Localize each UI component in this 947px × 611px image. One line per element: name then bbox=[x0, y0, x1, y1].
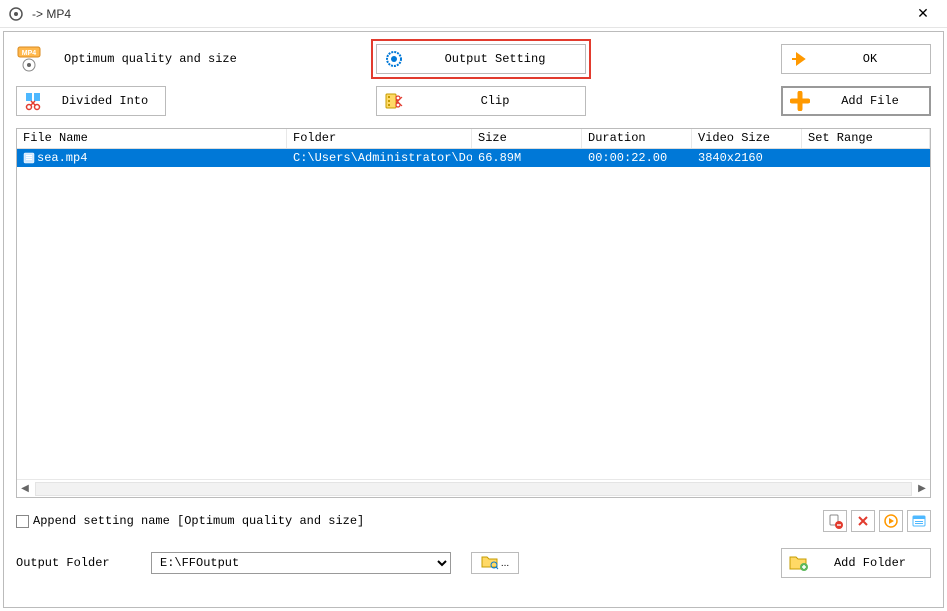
scroll-left-icon[interactable]: ◀ bbox=[17, 481, 33, 497]
remove-file-button[interactable] bbox=[823, 510, 847, 532]
film-cut-icon bbox=[383, 90, 405, 112]
add-folder-label: Add Folder bbox=[810, 556, 930, 570]
header-duration[interactable]: Duration bbox=[582, 129, 692, 148]
svg-text:MP4: MP4 bbox=[22, 50, 37, 57]
output-folder-select[interactable]: E:\FFOutput bbox=[151, 552, 451, 574]
quality-block: MP4 Optimum quality and size bbox=[16, 45, 356, 73]
below-table-row: Append setting name [Optimum quality and… bbox=[16, 508, 931, 534]
header-videosize[interactable]: Video Size bbox=[692, 129, 802, 148]
clear-list-button[interactable] bbox=[851, 510, 875, 532]
titlebar: -> MP4 ✕ bbox=[0, 0, 947, 28]
mp4-format-icon: MP4 bbox=[16, 45, 44, 73]
play-button[interactable] bbox=[879, 510, 903, 532]
browse-dots: ... bbox=[501, 558, 509, 569]
main-frame: MP4 Optimum quality and size Output Sett… bbox=[3, 31, 944, 608]
clip-label: Clip bbox=[405, 94, 585, 108]
folder-plus-icon bbox=[788, 552, 810, 574]
cell-duration: 00:00:22.00 bbox=[582, 151, 692, 165]
cell-filename: sea.mp4 bbox=[17, 151, 287, 165]
file-icon bbox=[23, 152, 35, 164]
table-header: File Name Folder Size Duration Video Siz… bbox=[17, 129, 930, 149]
add-file-label: Add File bbox=[811, 94, 929, 108]
second-row: Divided Into Clip Add File bbox=[16, 84, 931, 118]
action-icon-buttons bbox=[823, 510, 931, 532]
app-icon bbox=[8, 6, 24, 22]
header-setrange[interactable]: Set Range bbox=[802, 129, 930, 148]
scroll-right-icon[interactable]: ▶ bbox=[914, 481, 930, 497]
header-folder[interactable]: Folder bbox=[287, 129, 472, 148]
top-row: MP4 Optimum quality and size Output Sett… bbox=[16, 40, 931, 78]
output-setting-label: Output Setting bbox=[405, 52, 585, 66]
ok-button[interactable]: OK bbox=[781, 44, 931, 74]
info-button[interactable] bbox=[907, 510, 931, 532]
plus-icon bbox=[789, 90, 811, 112]
file-table: File Name Folder Size Duration Video Siz… bbox=[16, 128, 931, 498]
table-body: sea.mp4 C:\Users\Administrator\Downloads… bbox=[17, 149, 930, 479]
browse-folder-button[interactable]: ... bbox=[471, 552, 519, 574]
ok-label: OK bbox=[810, 52, 930, 66]
close-button[interactable]: ✕ bbox=[907, 2, 939, 26]
arrow-right-icon bbox=[788, 48, 810, 70]
quality-text: Optimum quality and size bbox=[64, 52, 237, 66]
output-setting-button[interactable]: Output Setting bbox=[376, 44, 586, 74]
add-folder-button[interactable]: Add Folder bbox=[781, 548, 931, 578]
add-file-button[interactable]: Add File bbox=[781, 86, 931, 116]
horizontal-scrollbar[interactable]: ◀ ▶ bbox=[17, 479, 930, 497]
table-row[interactable]: sea.mp4 C:\Users\Administrator\Downloads… bbox=[17, 149, 930, 167]
header-filename[interactable]: File Name bbox=[17, 129, 287, 148]
cell-folder: C:\Users\Administrator\Downloads bbox=[287, 151, 472, 165]
header-size[interactable]: Size bbox=[472, 129, 582, 148]
scroll-track[interactable] bbox=[35, 482, 912, 496]
scissors-icon bbox=[23, 90, 45, 112]
divided-into-label: Divided Into bbox=[45, 94, 165, 108]
cell-size: 66.89M bbox=[472, 151, 582, 165]
clip-button[interactable]: Clip bbox=[376, 86, 586, 116]
output-folder-label: Output Folder bbox=[16, 556, 151, 570]
folder-icon bbox=[481, 554, 499, 573]
window-title: -> MP4 bbox=[32, 7, 907, 21]
append-setting-checkbox-row: Append setting name [Optimum quality and… bbox=[16, 514, 364, 528]
append-setting-checkbox[interactable] bbox=[16, 515, 29, 528]
divided-into-button[interactable]: Divided Into bbox=[16, 86, 166, 116]
bottom-row: Output Folder E:\FFOutput ... Add Folder bbox=[16, 548, 931, 578]
gear-icon bbox=[383, 48, 405, 70]
cell-videosize: 3840x2160 bbox=[692, 151, 802, 165]
append-setting-label: Append setting name [Optimum quality and… bbox=[33, 514, 364, 528]
